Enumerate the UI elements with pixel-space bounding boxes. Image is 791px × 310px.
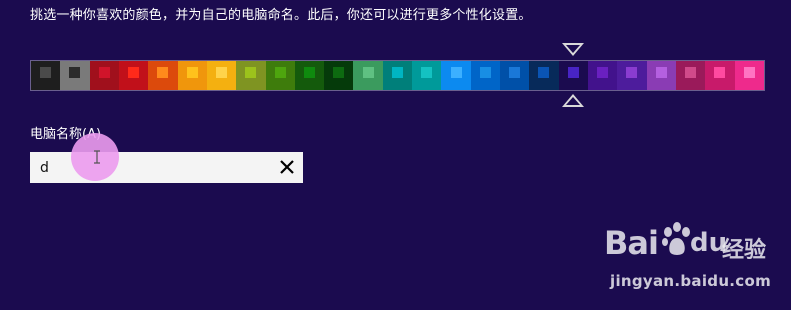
color-swatch[interactable] <box>617 61 647 90</box>
selection-indicator-bottom-icon <box>562 94 584 107</box>
color-swatch-chip <box>655 67 667 78</box>
color-swatch-chip <box>186 67 198 78</box>
color-swatch[interactable] <box>265 61 295 90</box>
color-swatch-chip <box>216 67 228 78</box>
color-swatch-chip <box>391 67 403 78</box>
color-swatch-chip <box>362 67 374 78</box>
watermark-bai: Bai <box>604 224 659 262</box>
watermark-jingyan: 经验 <box>722 238 767 263</box>
color-swatch[interactable] <box>705 61 735 90</box>
color-swatch-chip <box>597 67 609 78</box>
color-swatch-chip <box>538 67 550 78</box>
color-swatch-chip <box>40 67 52 78</box>
color-swatch-chip <box>743 67 755 78</box>
color-swatch-chip <box>567 67 579 78</box>
color-swatch[interactable] <box>558 61 588 90</box>
close-icon <box>280 160 294 174</box>
ibeam-cursor-icon <box>94 150 100 164</box>
color-swatch-chip <box>157 67 169 78</box>
instruction-text: 挑选一种你喜欢的颜色，并为自己的电脑命名。此后，你还可以进行更多个性化设置。 <box>30 8 532 23</box>
color-swatch[interactable] <box>31 61 61 90</box>
color-swatch-chip <box>421 67 433 78</box>
color-palette <box>30 60 765 91</box>
color-swatch-chip <box>245 67 257 78</box>
color-swatch-chip <box>450 67 462 78</box>
color-swatch-chip <box>303 67 315 78</box>
color-swatch-chip <box>626 67 638 78</box>
computer-name-input[interactable] <box>30 152 270 183</box>
baidu-jingyan-watermark: Bai du 经验 jingyan.baidu.com <box>598 218 778 298</box>
color-swatch[interactable] <box>177 61 207 90</box>
color-swatch-chip <box>69 67 81 78</box>
color-swatch-chip <box>333 67 345 78</box>
color-swatch-chip <box>128 67 140 78</box>
color-swatch[interactable] <box>734 61 764 90</box>
color-swatch-chip <box>685 67 697 78</box>
color-swatch-chip <box>98 67 110 78</box>
color-swatch-chip <box>714 67 726 78</box>
color-swatch[interactable] <box>587 61 618 90</box>
clear-button[interactable] <box>277 157 297 177</box>
color-swatch[interactable] <box>353 61 383 90</box>
color-swatch[interactable] <box>675 61 706 90</box>
color-swatch[interactable] <box>294 61 325 90</box>
color-swatch[interactable] <box>236 61 266 90</box>
color-swatch[interactable] <box>118 61 149 90</box>
color-swatch[interactable] <box>500 61 530 90</box>
color-swatch-chip <box>479 67 491 78</box>
selection-indicator-top-icon <box>562 43 584 56</box>
color-swatch[interactable] <box>382 61 413 90</box>
color-swatch-chip <box>509 67 521 78</box>
paw-icon <box>662 222 690 255</box>
color-swatch[interactable] <box>441 61 471 90</box>
color-swatch[interactable] <box>646 61 676 90</box>
color-swatch[interactable] <box>206 61 237 90</box>
watermark-url: jingyan.baidu.com <box>610 272 772 290</box>
color-swatch[interactable] <box>324 61 354 90</box>
color-swatch-chip <box>274 67 286 78</box>
color-swatch[interactable] <box>470 61 500 90</box>
color-swatch[interactable] <box>529 61 559 90</box>
color-swatch[interactable] <box>148 61 178 90</box>
color-swatch[interactable] <box>412 61 442 90</box>
color-swatch[interactable] <box>60 61 90 90</box>
color-swatch[interactable] <box>89 61 119 90</box>
